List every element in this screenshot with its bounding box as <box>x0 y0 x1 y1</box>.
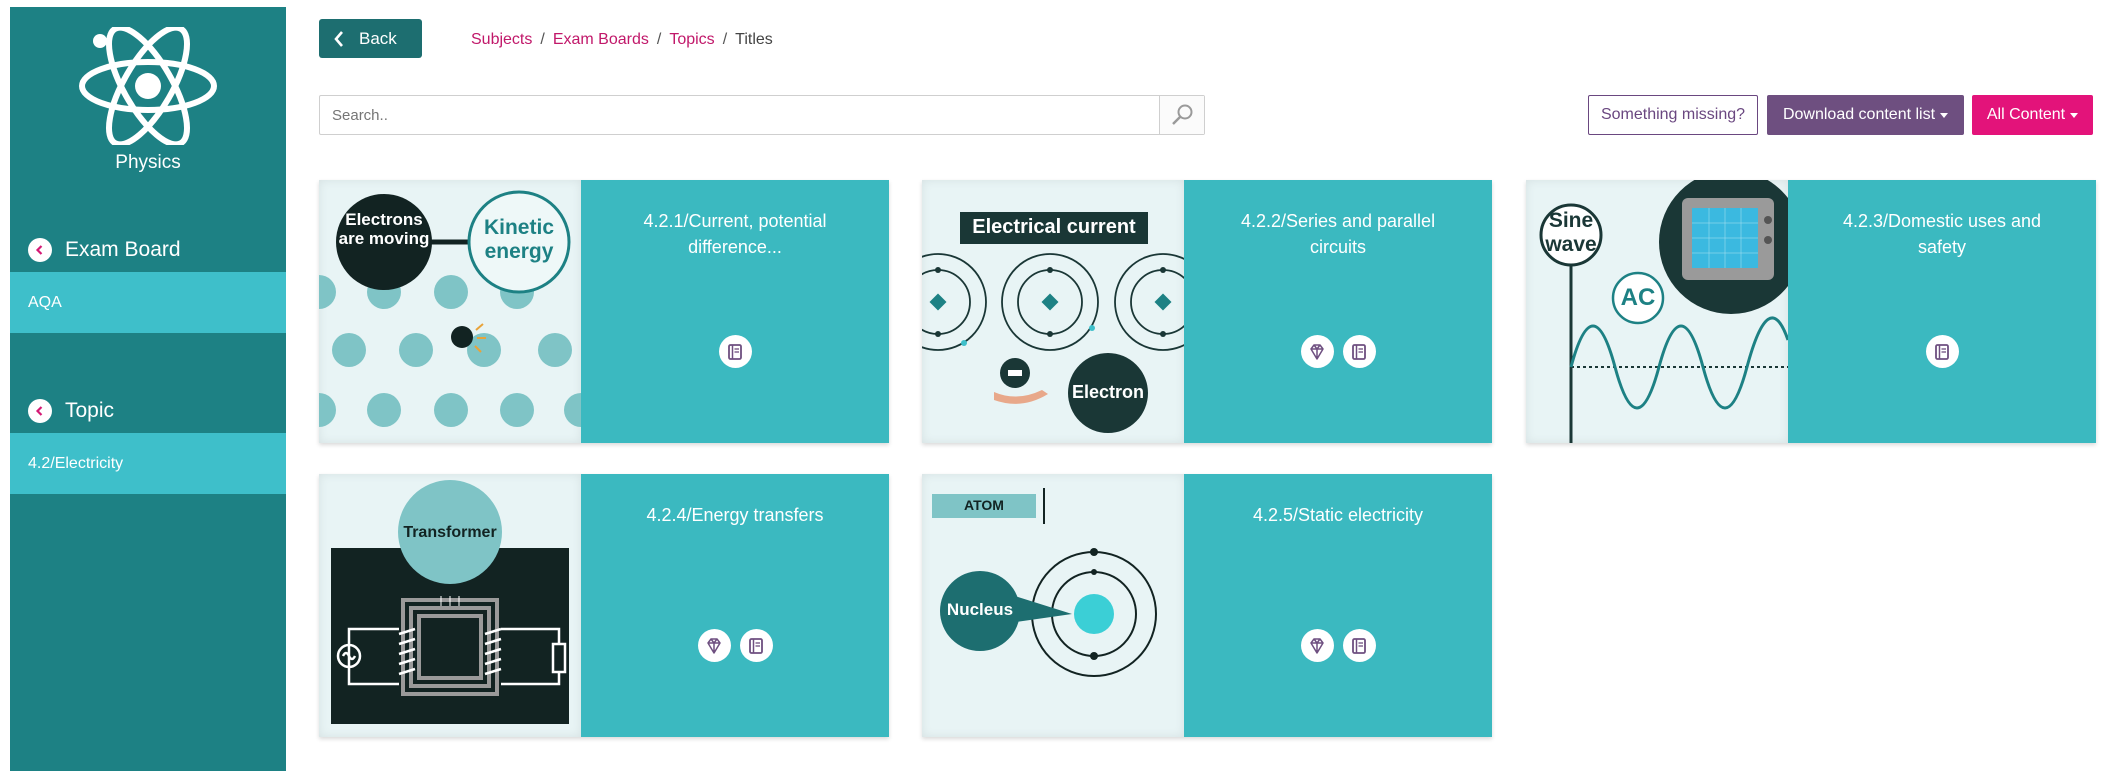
title-card[interactable]: ATOM Nucleus 4.2.5/Static electricity <box>922 474 1492 737</box>
card-thumbnail: Electrical current Electron <box>922 180 1184 443</box>
caret-down-icon <box>2070 112 2079 118</box>
card-title[interactable]: 4.2.3/Domestic uses and safety <box>1788 208 2096 260</box>
card-icons <box>581 629 889 662</box>
card-info: 4.2.3/Domestic uses and safety <box>1788 180 2096 443</box>
topic-selected[interactable]: 4.2/Electricity <box>10 433 286 494</box>
title-card[interactable]: Transformer 4.2.4/Energy transfers <box>319 474 889 737</box>
search-bar <box>319 95 1205 135</box>
download-content-list-button[interactable]: Download content list <box>1767 95 1964 135</box>
card-title[interactable]: 4.2.4/Energy transfers <box>581 502 889 528</box>
gem-icon[interactable] <box>1300 335 1334 368</box>
thumb-bubble-left: Electrons are moving <box>338 210 430 248</box>
card-icons <box>1788 335 2096 368</box>
chevron-left-icon <box>28 238 52 262</box>
card-title[interactable]: 4.2.1/Current, potential difference... <box>581 208 889 260</box>
topic-back[interactable]: Topic <box>28 399 114 423</box>
all-content-dropdown[interactable]: All Content <box>1972 95 2093 135</box>
breadcrumb-separator: / <box>656 31 662 48</box>
caret-down-icon <box>1940 112 1949 118</box>
thumb-bubble-right: Kinetic energy <box>483 216 554 263</box>
card-title[interactable]: 4.2.5/Static electricity <box>1184 502 1492 528</box>
something-missing-button[interactable]: Something missing? <box>1588 95 1758 135</box>
card-info: 4.2.1/Current, potential difference... <box>581 180 889 443</box>
breadcrumb-separator: / <box>722 31 728 48</box>
card-thumbnail: Electrons are moving Kinetic energy <box>319 180 581 443</box>
book-icon[interactable] <box>1342 629 1376 662</box>
search-button[interactable] <box>1159 96 1204 134</box>
card-info: 4.2.5/Static electricity <box>1184 474 1492 737</box>
sidebar: Physics Exam Board AQA Topic 4.2/Electri… <box>10 7 286 771</box>
breadcrumb: Subjects / Exam Boards / Topics / Titles <box>471 31 773 49</box>
book-icon[interactable] <box>718 335 752 368</box>
book-icon[interactable] <box>739 629 773 662</box>
chevron-left-icon <box>334 30 343 47</box>
card-info: 4.2.4/Energy transfers <box>581 474 889 737</box>
breadcrumb-topics[interactable]: Topics <box>669 31 714 49</box>
breadcrumb-exam-boards[interactable]: Exam Boards <box>553 31 649 49</box>
thumb-bubble: Electron <box>1071 382 1145 402</box>
book-icon[interactable] <box>1925 335 1959 368</box>
card-thumbnail: Transformer <box>319 474 581 737</box>
search-icon <box>1172 104 1193 125</box>
exam-board-heading: Exam Board <box>65 238 181 261</box>
transformer-illustration <box>331 480 569 724</box>
all-content-label: All Content <box>1986 106 2066 123</box>
breadcrumb-subjects[interactable]: Subjects <box>471 31 532 49</box>
thumb-bubble-mid: AC <box>1620 284 1656 311</box>
thumb-banner: Electrical current <box>972 216 1136 238</box>
search-input[interactable] <box>320 96 1159 134</box>
gem-icon[interactable] <box>697 629 731 662</box>
atom-logo-icon <box>79 27 217 145</box>
title-card[interactable]: Sine wave AC 4.2.3/Domestic uses and saf… <box>1526 180 2096 443</box>
back-button[interactable]: Back <box>319 19 422 58</box>
exam-board-back[interactable]: Exam Board <box>28 238 181 262</box>
thumb-bubble: Nucleus <box>946 600 1014 619</box>
thumb-bubble: Transformer <box>403 524 497 541</box>
card-thumbnail: ATOM Nucleus <box>922 474 1184 737</box>
thumb-bubble-left: Sine wave <box>1545 209 1597 256</box>
card-icons <box>581 335 889 368</box>
card-info: 4.2.2/Series and parallel circuits <box>1184 180 1492 443</box>
something-missing-label: Something missing? <box>1600 106 1746 123</box>
breadcrumb-titles: Titles <box>735 31 773 48</box>
card-icons <box>1184 629 1492 662</box>
exam-board-selected[interactable]: AQA <box>10 272 286 333</box>
thumb-label: ATOM <box>964 497 1004 513</box>
title-card[interactable]: Electrons are moving Kinetic energy 4.2.… <box>319 180 889 443</box>
book-icon[interactable] <box>1342 335 1376 368</box>
topic-heading: Topic <box>65 399 115 422</box>
download-label: Download content list <box>1782 106 1936 123</box>
chevron-left-icon <box>28 399 52 423</box>
card-title[interactable]: 4.2.2/Series and parallel circuits <box>1184 208 1492 260</box>
back-label: Back <box>359 28 397 48</box>
card-icons <box>1184 335 1492 368</box>
title-card[interactable]: Electrical current Electron 4.2.2/Series… <box>922 180 1492 443</box>
breadcrumb-separator: / <box>540 31 545 48</box>
subject-title: Physics <box>115 152 181 173</box>
card-thumbnail: Sine wave AC <box>1526 180 1788 443</box>
gem-icon[interactable] <box>1300 629 1334 662</box>
